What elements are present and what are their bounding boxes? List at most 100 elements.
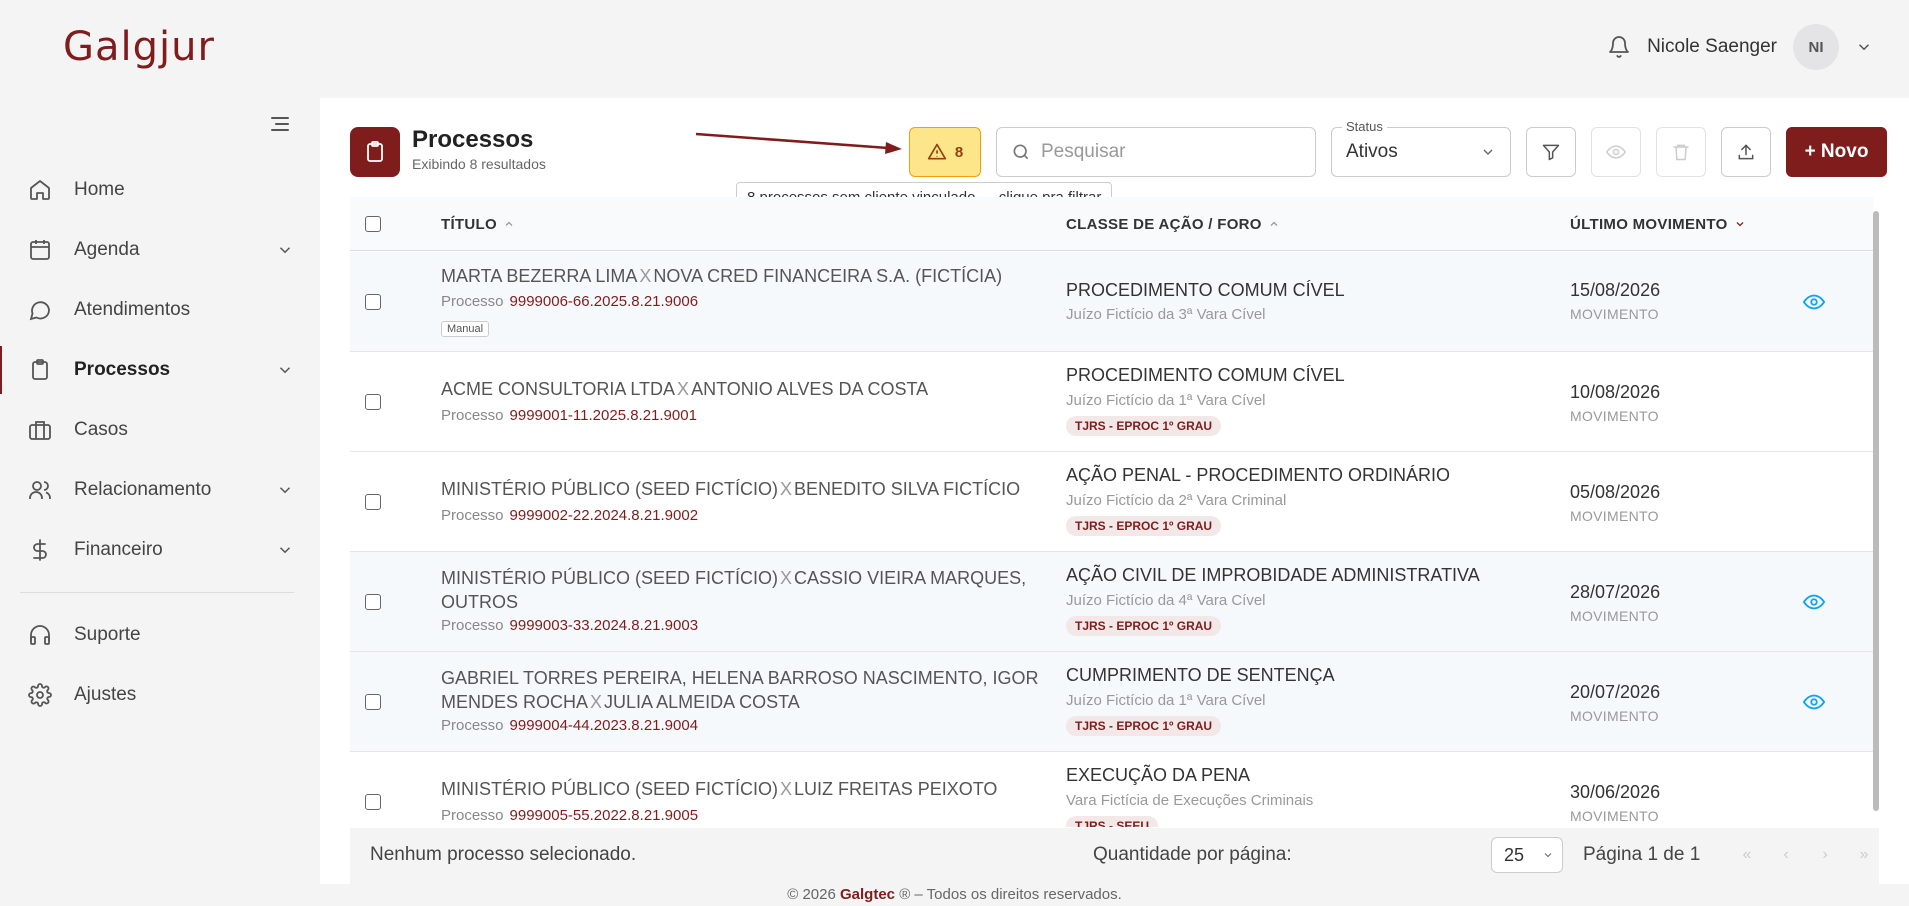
- process-number[interactable]: 9999003-33.2024.8.21.9003: [510, 617, 699, 634]
- row-title: MINISTÉRIO PÚBLICO (SEED FICTÍCIO) X BENED…: [441, 479, 1021, 499]
- per-page-select[interactable]: 25: [1491, 837, 1563, 873]
- eye-icon[interactable]: [1803, 591, 1825, 613]
- sort-down-icon: [1736, 222, 1744, 227]
- row-movement: MOVIMENTO: [1570, 808, 1659, 824]
- table-row[interactable]: MINISTÉRIO PÚBLICO (SEED FICTÍCIO) X CASSI…: [350, 552, 1873, 652]
- calendar-icon: [30, 240, 50, 260]
- sidebar-item-home[interactable]: Home: [0, 160, 320, 220]
- row-date: 10/08/2026: [1570, 382, 1661, 402]
- chevron-down-icon[interactable]: [1855, 38, 1873, 56]
- sidebar-item-atendimentos[interactable]: Atendimentos: [0, 280, 320, 340]
- process-number[interactable]: 9999004-44.2023.8.21.9004: [510, 717, 699, 734]
- upload-icon: [1738, 144, 1754, 160]
- process-number[interactable]: 9999002-22.2024.8.21.9002: [510, 507, 699, 524]
- clipboard-icon: [32, 359, 48, 380]
- warning-count: 8: [954, 143, 964, 161]
- missing-client-warning-button[interactable]: 8: [909, 127, 981, 177]
- status-select[interactable]: Status Ativos: [1331, 119, 1511, 177]
- dollar-icon: [33, 539, 47, 561]
- next-page-button[interactable]: ›: [1808, 838, 1842, 872]
- search-input[interactable]: [1041, 141, 1301, 163]
- table-scrollbar[interactable]: [1873, 197, 1879, 827]
- table-footer: Nenhum processo selecionado. Quantidade …: [350, 828, 1879, 884]
- sidebar-item-relacionamento[interactable]: Relacionamento: [0, 460, 320, 520]
- table-row[interactable]: MINISTÉRIO PÚBLICO (SEED FICTÍCIO) X LUIZ …: [350, 752, 1873, 827]
- copyright-brand[interactable]: Galgtec: [840, 886, 895, 903]
- sidebar-item-label: Processos: [74, 359, 171, 380]
- row-movement: MOVIMENTO: [1570, 708, 1659, 724]
- sidebar-item-agenda[interactable]: Agenda: [0, 220, 320, 280]
- row-process: Processo 9999004-44.2023.8.21.9004: [441, 717, 699, 734]
- table-row[interactable]: MINISTÉRIO PÚBLICO (SEED FICTÍCIO) X BENED…: [350, 452, 1873, 552]
- sidebar-item-ajustes[interactable]: Ajustes: [0, 665, 320, 725]
- column-class[interactable]: CLASSE DE AÇÃO / FORO: [1066, 197, 1280, 251]
- row-checkbox[interactable]: [365, 294, 381, 310]
- sidebar-item-suporte[interactable]: Suporte: [0, 605, 320, 665]
- sidebar-item-label: Agenda: [74, 239, 140, 260]
- scrollbar-thumb[interactable]: [1873, 211, 1879, 811]
- chevron-down-icon[interactable]: [276, 361, 294, 379]
- row-foro: Vara Fictícia de Execuções Criminais: [1066, 792, 1314, 809]
- main-panel: Processos Exibindo 8 resultados 8 8 proc…: [320, 98, 1909, 884]
- row-class: PROCEDIMENTO COMUM CÍVEL: [1066, 365, 1345, 385]
- process-number[interactable]: 9999006-66.2025.8.21.9006: [510, 293, 699, 310]
- row-date: 28/07/2026: [1570, 582, 1661, 602]
- chat-icon: [29, 301, 50, 321]
- bell-icon[interactable]: [1607, 35, 1631, 59]
- prev-page-button[interactable]: ‹: [1769, 838, 1803, 872]
- chevron-down-icon[interactable]: [276, 541, 294, 559]
- table-row[interactable]: MARTA BEZERRA LIMA X NOVA CRED FINANCEIRA …: [350, 252, 1873, 352]
- table-row[interactable]: ACME CONSULTORIA LTDA X ANTONIO ALVES DA C…: [350, 352, 1873, 452]
- user-name[interactable]: Nicole Saenger: [1647, 36, 1777, 58]
- select-all-checkbox[interactable]: [365, 216, 381, 232]
- sidebar-item-financeiro[interactable]: Financeiro: [0, 520, 320, 580]
- chevron-down-icon[interactable]: [276, 241, 294, 259]
- page-title: Processos: [412, 126, 534, 153]
- sidebar-item-processos[interactable]: Processos: [0, 340, 320, 400]
- home-icon: [30, 180, 50, 200]
- row-class: CUMPRIMENTO DE SENTENÇA: [1066, 665, 1335, 685]
- row-foro: Juízo Fictício da 2ª Vara Criminal: [1066, 492, 1287, 509]
- column-last-movement[interactable]: ÚLTIMO MOVIMENTO: [1570, 197, 1746, 251]
- sort-up-icon: [1270, 221, 1278, 226]
- eye-icon: [1606, 145, 1626, 159]
- last-page-button[interactable]: »: [1847, 838, 1881, 872]
- row-movement: MOVIMENTO: [1570, 408, 1659, 424]
- table-row[interactable]: GABRIEL TORRES PEREIRA, HELENA BARROSO N…: [350, 652, 1873, 752]
- menu-toggle-icon[interactable]: [268, 112, 292, 136]
- row-checkbox[interactable]: [365, 494, 381, 510]
- chevron-down-icon: [1483, 149, 1493, 155]
- row-process: Processo 9999001-11.2025.8.21.9001: [441, 407, 697, 424]
- view-button[interactable]: [1591, 127, 1641, 177]
- brand-logo[interactable]: Galgjur: [63, 24, 215, 70]
- eye-icon[interactable]: [1803, 691, 1825, 713]
- row-title: MINISTÉRIO PÚBLICO (SEED FICTÍCIO) X CASSI…: [441, 568, 1027, 612]
- row-class: EXECUÇÃO DA PENA: [1066, 765, 1251, 785]
- court-tag: TJRS - EPROC 1º GRAU: [1066, 516, 1222, 536]
- sidebar-nav: Home Agenda Atendimentos Processos Casos…: [0, 160, 320, 725]
- manual-badge: Manual: [441, 321, 490, 337]
- new-process-button[interactable]: + Novo: [1786, 127, 1887, 177]
- column-title[interactable]: TÍTULO: [441, 197, 515, 251]
- page-icon: [350, 127, 400, 177]
- row-checkbox[interactable]: [365, 794, 381, 810]
- delete-button[interactable]: [1656, 127, 1706, 177]
- avatar[interactable]: NI: [1793, 24, 1839, 70]
- row-checkbox[interactable]: [365, 694, 381, 710]
- headset-icon: [30, 625, 50, 645]
- export-button[interactable]: [1721, 127, 1771, 177]
- row-checkbox[interactable]: [365, 394, 381, 410]
- row-foro: Juízo Fictício da 1ª Vara Cível: [1066, 392, 1266, 409]
- per-page-label: Quantidade por página:: [1093, 844, 1292, 865]
- chevron-down-icon[interactable]: [276, 481, 294, 499]
- process-number[interactable]: 9999001-11.2025.8.21.9001: [510, 407, 697, 424]
- process-number[interactable]: 9999005-55.2022.8.21.9005: [510, 807, 699, 824]
- filter-button[interactable]: [1526, 127, 1576, 177]
- row-process: Processo 9999006-66.2025.8.21.9006: [441, 293, 699, 310]
- sidebar-item-casos[interactable]: Casos: [0, 400, 320, 460]
- eye-icon[interactable]: [1803, 291, 1825, 313]
- row-checkbox[interactable]: [365, 594, 381, 610]
- first-page-button[interactable]: «: [1730, 838, 1764, 872]
- trash-icon: [1673, 144, 1689, 161]
- chevron-down-icon: [1544, 853, 1552, 858]
